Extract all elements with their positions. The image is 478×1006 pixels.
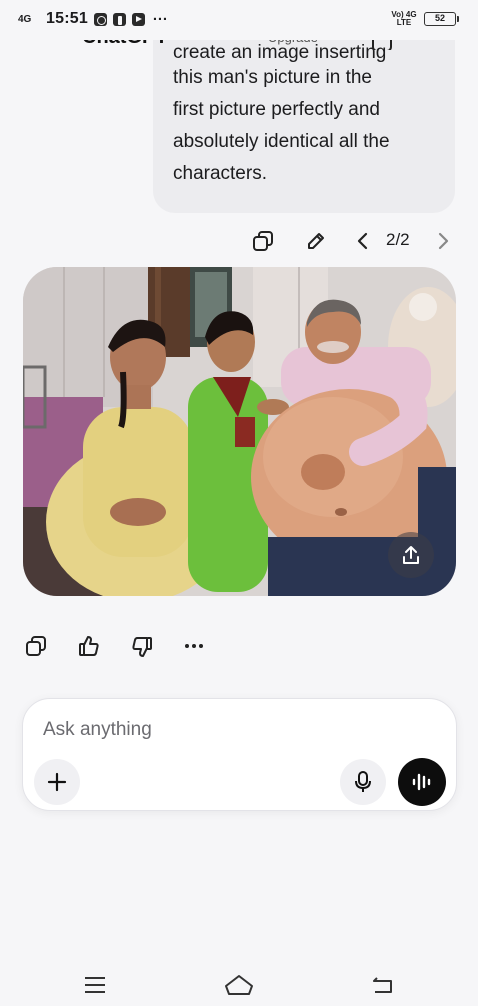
message-line-3: absolutely identical all the (173, 131, 390, 152)
mic-icon (355, 771, 371, 792)
recent-apps-button[interactable] (82, 974, 108, 996)
message-composer (22, 698, 457, 811)
copy-message-button[interactable] (251, 229, 275, 253)
menu-icon (85, 977, 105, 993)
more-notifications-indicator: ··· (152, 10, 168, 28)
network-indicator: Vo) 4G LTE (391, 10, 417, 27)
message-line-2: first picture perfectly and (173, 99, 380, 120)
status-right: Vo) 4G LTE 52 (390, 10, 459, 27)
signal-indicator: 4G (18, 13, 32, 25)
copy-icon (26, 636, 46, 656)
battery-indicator: 52 (424, 12, 459, 26)
bad-response-button[interactable] (130, 634, 154, 660)
version-pager: 2/2 (386, 230, 410, 249)
voice-mode-button[interactable] (398, 758, 446, 806)
home-button[interactable] (222, 972, 256, 998)
edit-message-button[interactable] (304, 229, 328, 253)
youtube-notification-icon (131, 12, 145, 26)
back-button[interactable] (370, 974, 396, 996)
previous-version-button[interactable] (352, 229, 374, 253)
dictation-button[interactable] (340, 759, 386, 805)
status-left: 4G 15:51 ··· (18, 10, 168, 28)
good-response-button[interactable] (77, 633, 101, 659)
chevron-right-icon (438, 232, 449, 250)
copy-response-button[interactable] (24, 634, 48, 658)
status-bar: 4G 15:51 ··· Vo) 4G LTE 52 (0, 0, 478, 40)
home-icon (225, 975, 253, 995)
user-message-bubble: create an image inserting this man's pic… (153, 40, 455, 213)
copy-icon (253, 231, 273, 251)
message-input[interactable] (43, 719, 343, 741)
voice-mode-icon (412, 773, 431, 791)
edit-icon (308, 233, 324, 249)
next-version-button[interactable] (432, 229, 454, 253)
share-icon (403, 546, 419, 564)
facebook-notification-icon (112, 12, 126, 26)
thumbs-up-icon (79, 636, 99, 656)
response-actions (0, 632, 478, 662)
status-time: 15:51 (46, 10, 88, 27)
share-image-button[interactable] (388, 532, 434, 578)
system-navigation-bar (0, 962, 478, 1006)
more-options-button[interactable] (182, 634, 206, 658)
message-actions: 2/2 (0, 227, 478, 255)
more-icon (185, 644, 203, 648)
attach-button[interactable] (34, 759, 80, 805)
back-icon (373, 977, 392, 993)
plus-icon (47, 772, 67, 792)
message-line-4: characters. (173, 163, 267, 184)
notification-app-icon (93, 12, 107, 26)
message-line-1: this man's picture in the (173, 67, 372, 88)
chevron-left-icon (357, 232, 368, 250)
thumbs-down-icon (132, 637, 152, 657)
